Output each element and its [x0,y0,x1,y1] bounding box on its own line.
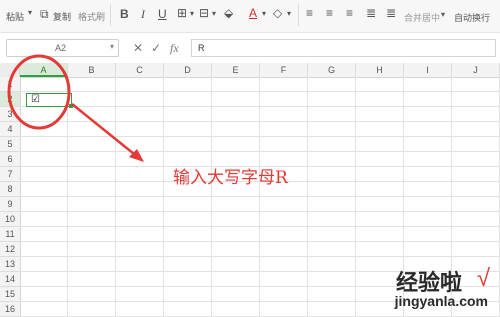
row-header-1[interactable]: 1 [0,77,20,92]
column-header-i[interactable]: I [404,63,452,77]
row-header-column: 1 2 3 4 5 6 7 8 9 10 11 12 13 14 15 16 [0,77,21,317]
wrap-text-button[interactable]: 自动换行 [454,11,490,24]
row-header-11[interactable]: 11 [0,227,20,242]
select-all-corner[interactable] [0,63,20,77]
watermark-url: jingyanla.com [394,293,488,309]
chevron-down-icon[interactable]: ▾ [190,9,194,18]
chevron-down-icon[interactable]: ▾ [287,9,291,18]
confirm-icon[interactable]: ✓ [151,41,161,55]
name-box-value: A2 [55,43,67,53]
row-header-3[interactable]: 3 [0,107,20,122]
copy-icon[interactable]: ⧉ [40,7,49,22]
underline-button[interactable]: U [158,7,167,21]
check-mark-icon: √ [476,265,490,292]
cancel-icon[interactable]: ✕ [133,41,143,55]
formula-input-value: R [198,43,205,53]
fill-handle[interactable] [69,104,73,108]
fill-color-icon[interactable]: ⬙ [224,6,233,20]
formula-input[interactable]: R [191,39,496,57]
column-header-b[interactable]: B [68,63,116,77]
align-center-icon[interactable]: ≡ [326,6,333,20]
font-color-button[interactable]: A [249,6,257,20]
row-header-12[interactable]: 12 [0,242,20,257]
column-header-g[interactable]: G [308,63,356,77]
justify-icon[interactable]: ≣ [366,6,376,20]
watermark: 经验啦 √ jingyanla.com [352,265,492,313]
column-header-h[interactable]: H [356,63,404,77]
distribute-icon[interactable]: ≣ [386,6,396,20]
copy-button[interactable]: 复制 [53,10,71,23]
fx-icon[interactable]: fx [170,41,179,56]
align-left-icon[interactable]: ≡ [306,6,313,20]
column-header-j[interactable]: J [452,63,500,77]
row-header-9[interactable]: 9 [0,197,20,212]
column-header-f[interactable]: F [260,63,308,77]
toolbar-divider [298,4,299,26]
row-header-15[interactable]: 15 [0,287,20,302]
column-header-row: ABCDEFGHIJ [0,63,500,78]
align-right-icon[interactable]: ≡ [346,6,353,20]
row-header-13[interactable]: 13 [0,257,20,272]
toolbar-divider [110,4,111,26]
row-header-16[interactable]: 16 [0,302,20,317]
row-header-7[interactable]: 7 [0,167,20,182]
merge-center-button[interactable]: 合并居中 [404,11,440,24]
row-header-8[interactable]: 8 [0,182,20,197]
row-header-14[interactable]: 14 [0,272,20,287]
chevron-down-icon[interactable]: ▾ [110,42,114,51]
bold-button[interactable]: B [120,7,129,21]
column-header-a[interactable]: A [20,63,68,77]
italic-button[interactable]: I [141,7,145,22]
merge-cells-icon[interactable]: ⊟ [199,6,209,20]
ribbon-toolbar: 粘贴 ▾ ⧉ 复制 格式刷 B I U ⊞ ▾ ⊟ ▾ ⬙ A ▾ ◇ ▾ ≡ … [0,0,500,33]
name-box[interactable]: A2 ▾ [6,39,119,57]
annotation-text: 输入大写字母R [173,168,288,188]
border-icon[interactable]: ⊞ [177,6,187,20]
chevron-down-icon[interactable]: ▾ [212,9,216,18]
row-header-2[interactable]: 2 [0,92,20,107]
paste-button[interactable]: 粘贴 [6,10,24,23]
chevron-down-icon[interactable]: ▾ [28,8,32,17]
format-painter-button[interactable]: 格式刷 [78,10,105,23]
chevron-down-icon[interactable]: ▾ [441,10,445,19]
column-header-e[interactable]: E [212,63,260,77]
clear-icon[interactable]: ◇ [273,6,282,20]
checkbox-symbol: ☑ [31,94,40,105]
formula-bar: A2 ▾ ✕ ✓ fx R [0,36,500,60]
row-header-4[interactable]: 4 [0,122,20,137]
column-header-c[interactable]: C [116,63,164,77]
row-header-5[interactable]: 5 [0,137,20,152]
row-header-6[interactable]: 6 [0,152,20,167]
row-header-10[interactable]: 10 [0,212,20,227]
chevron-down-icon[interactable]: ▾ [262,9,266,18]
column-header-d[interactable]: D [164,63,212,77]
